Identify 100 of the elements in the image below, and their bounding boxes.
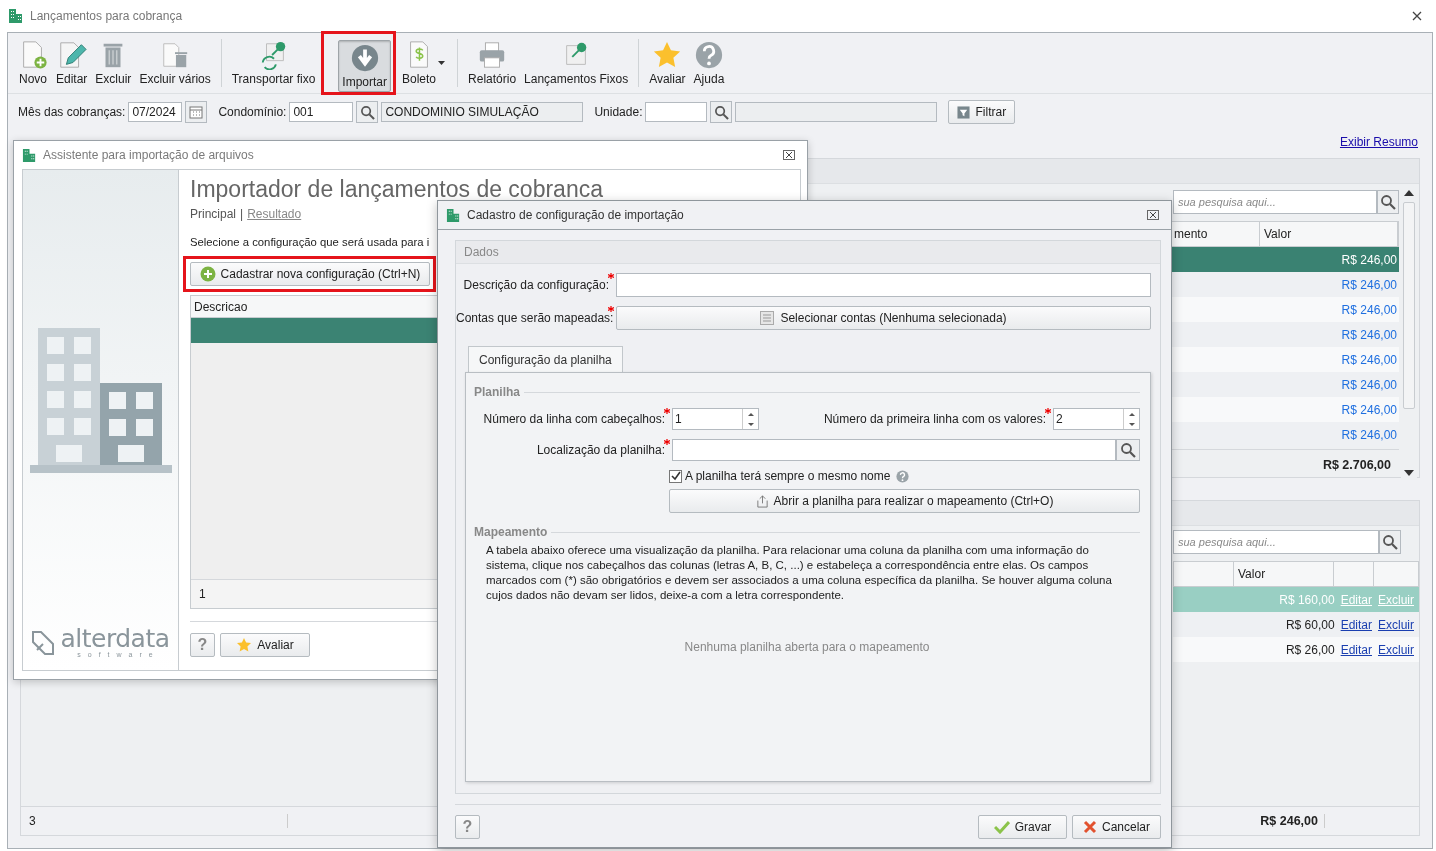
- table-row[interactable]: R$ 246,00: [1169, 397, 1399, 422]
- list-icon: [760, 311, 775, 325]
- filter-button[interactable]: Filtrar: [948, 100, 1016, 124]
- table-cell: R$ 246,00: [1341, 352, 1397, 367]
- table-cell: R$ 246,00: [1341, 402, 1397, 417]
- location-field[interactable]: [672, 439, 1116, 461]
- help-icon[interactable]: [896, 469, 910, 483]
- summary-link[interactable]: Exibir Resumo: [1339, 135, 1418, 149]
- search-button[interactable]: [356, 101, 379, 123]
- star-icon: [652, 40, 683, 70]
- toolbar-button[interactable]: Lançamentos Fixos: [520, 37, 633, 89]
- table-cell: R$ 246,00: [1341, 302, 1397, 317]
- close-icon[interactable]: [1412, 11, 1422, 21]
- wizard-heading: Importador de lançamentos de cobranca: [190, 176, 604, 203]
- wizard-step-link[interactable]: Principal: [190, 207, 237, 221]
- caret-icon[interactable]: [438, 61, 446, 65]
- search-field[interactable]: sua pesquisa aqui...: [1173, 190, 1377, 214]
- open-sheet-button[interactable]: Abrir a planilha para realizar o mapeamento (Ctrl+O): [669, 489, 1140, 513]
- toolbar-button[interactable]: Editar: [52, 37, 92, 89]
- search-button[interactable]: [1377, 190, 1399, 214]
- tab[interactable]: Configuração da planilha: [468, 346, 623, 372]
- condo-name-field[interactable]: CONDOMINIO SIMULAÇÃO: [381, 102, 584, 122]
- toolbar-button[interactable]: Relatório: [464, 37, 521, 89]
- table-cell: R$ 60,00: [1285, 617, 1335, 632]
- search-icon: [1120, 442, 1136, 458]
- toolbar-button[interactable]: Excluir vários: [135, 37, 215, 89]
- delete-link[interactable]: Excluir: [1378, 617, 1414, 632]
- funnel-icon: [957, 105, 971, 119]
- field-label: Número da primeira linha com os valores:: [823, 412, 1046, 426]
- table-row[interactable]: R$ 26,00 Editar Excluir: [1173, 637, 1419, 662]
- toolbar-button[interactable]: Avaliar: [645, 37, 690, 89]
- table-row[interactable]: R$ 246,00: [1169, 297, 1399, 322]
- toolbar-button[interactable]: Ajuda: [689, 37, 729, 89]
- field-label: Descrição da configuração:: [462, 278, 609, 292]
- table-cell: R$ 246,00: [1341, 252, 1397, 267]
- month-label: Mês das cobranças:: [18, 105, 126, 119]
- wizard-step-link[interactable]: Resultado: [247, 207, 302, 221]
- total-value: R$ 246,00: [1260, 814, 1325, 828]
- number-spinner[interactable]: 2: [1053, 408, 1140, 430]
- share-icon: [755, 494, 769, 508]
- rate-button[interactable]: Avaliar: [220, 633, 310, 657]
- checkbox[interactable]: [669, 469, 682, 483]
- search-icon: [1380, 194, 1396, 210]
- toolbar-button[interactable]: Transportar fixo: [227, 37, 320, 89]
- section-title: Planilha: [474, 385, 520, 399]
- dialog-title: Cadastro de configuração de importação: [467, 208, 685, 222]
- search-icon: [359, 104, 375, 120]
- row-count: 3: [21, 814, 288, 828]
- month-field[interactable]: 07/2024: [128, 102, 183, 122]
- new-configuration-button[interactable]: Cadastrar nova configuração (Ctrl+N): [190, 262, 430, 286]
- table-cell: R$ 246,00: [1341, 327, 1397, 342]
- star-icon: [236, 637, 253, 653]
- toolbar-button[interactable]: Excluir: [91, 37, 136, 89]
- table-cell: R$ 160,00: [1279, 592, 1335, 607]
- search-button[interactable]: [710, 101, 733, 123]
- column-header[interactable]: Descricao: [194, 299, 248, 314]
- building-icon: [446, 207, 461, 223]
- table-row[interactable]: R$ 246,00: [1169, 347, 1399, 372]
- toolbar-button[interactable]: Novo: [14, 37, 52, 89]
- checkmark-icon: [993, 820, 1010, 834]
- unit-label: Unidade:: [594, 105, 643, 119]
- delete-link[interactable]: Excluir: [1378, 642, 1414, 657]
- close-icon[interactable]: [1147, 210, 1159, 220]
- row-count: 1: [199, 587, 206, 601]
- search-button[interactable]: [1116, 439, 1140, 461]
- cancel-button[interactable]: Cancelar: [1072, 815, 1161, 839]
- toolbar-button[interactable]: Importar: [338, 40, 391, 92]
- unit-field[interactable]: [645, 102, 708, 122]
- x-mark-icon: [1083, 820, 1097, 834]
- unit-name-field[interactable]: [735, 102, 938, 122]
- edit-link[interactable]: Editar: [1340, 617, 1372, 632]
- table-cell: R$ 246,00: [1341, 427, 1397, 442]
- total-value: R$ 2.706,00: [1322, 458, 1391, 472]
- table-row[interactable]: R$ 246,00: [1169, 247, 1399, 272]
- table-cell: R$ 246,00: [1341, 377, 1397, 392]
- window-title: Lançamentos para cobrança: [30, 9, 184, 23]
- save-button[interactable]: Gravar: [978, 815, 1067, 839]
- calendar-icon: [189, 105, 204, 119]
- column-header[interactable]: Valor: [1260, 222, 1398, 246]
- select-accounts-button[interactable]: Selecionar contas (Nenhuma selecionada): [616, 306, 1151, 330]
- section-title: Mapeamento: [474, 525, 548, 539]
- checkbox-label: A planilha terá sempre o mesmo nome: [685, 469, 891, 483]
- mapping-description: A tabela abaixo oferece uma visualização da planilha. Para relacionar uma coluna da planilha com uma informação do sistema, clique nos cabeçalhos das colunas (letras A, B, C, ...) e estabeleça a correspondência entre elas. Os campos marcados com (*) são obrigatórios e devem ser associados a uma coluna específica da planilha. Se houver alguma coluna cujos dados não devam ser lidos, deixe-a com a letra correspondente.: [486, 543, 1113, 603]
- close-icon[interactable]: [783, 150, 795, 160]
- plus-icon: [199, 266, 216, 282]
- description-field[interactable]: [616, 273, 1151, 297]
- search-field[interactable]: sua pesquisa aqui...: [1173, 530, 1379, 554]
- toolbar-button[interactable]: Boleto: [398, 37, 441, 89]
- building-icon: [22, 147, 37, 163]
- building-icon: [8, 8, 24, 24]
- search-icon: [1382, 534, 1398, 550]
- condo-code-field[interactable]: 001: [289, 102, 354, 122]
- number-spinner[interactable]: 1: [672, 408, 759, 430]
- nav-separator: |: [240, 207, 244, 221]
- group-title: Dados: [464, 245, 499, 259]
- edit-link[interactable]: Editar: [1340, 642, 1372, 657]
- search-button[interactable]: [1379, 530, 1401, 554]
- help-icon: [693, 40, 724, 70]
- table-cell: R$ 26,00: [1285, 642, 1335, 657]
- field-label: Localização da planilha:: [535, 443, 665, 457]
